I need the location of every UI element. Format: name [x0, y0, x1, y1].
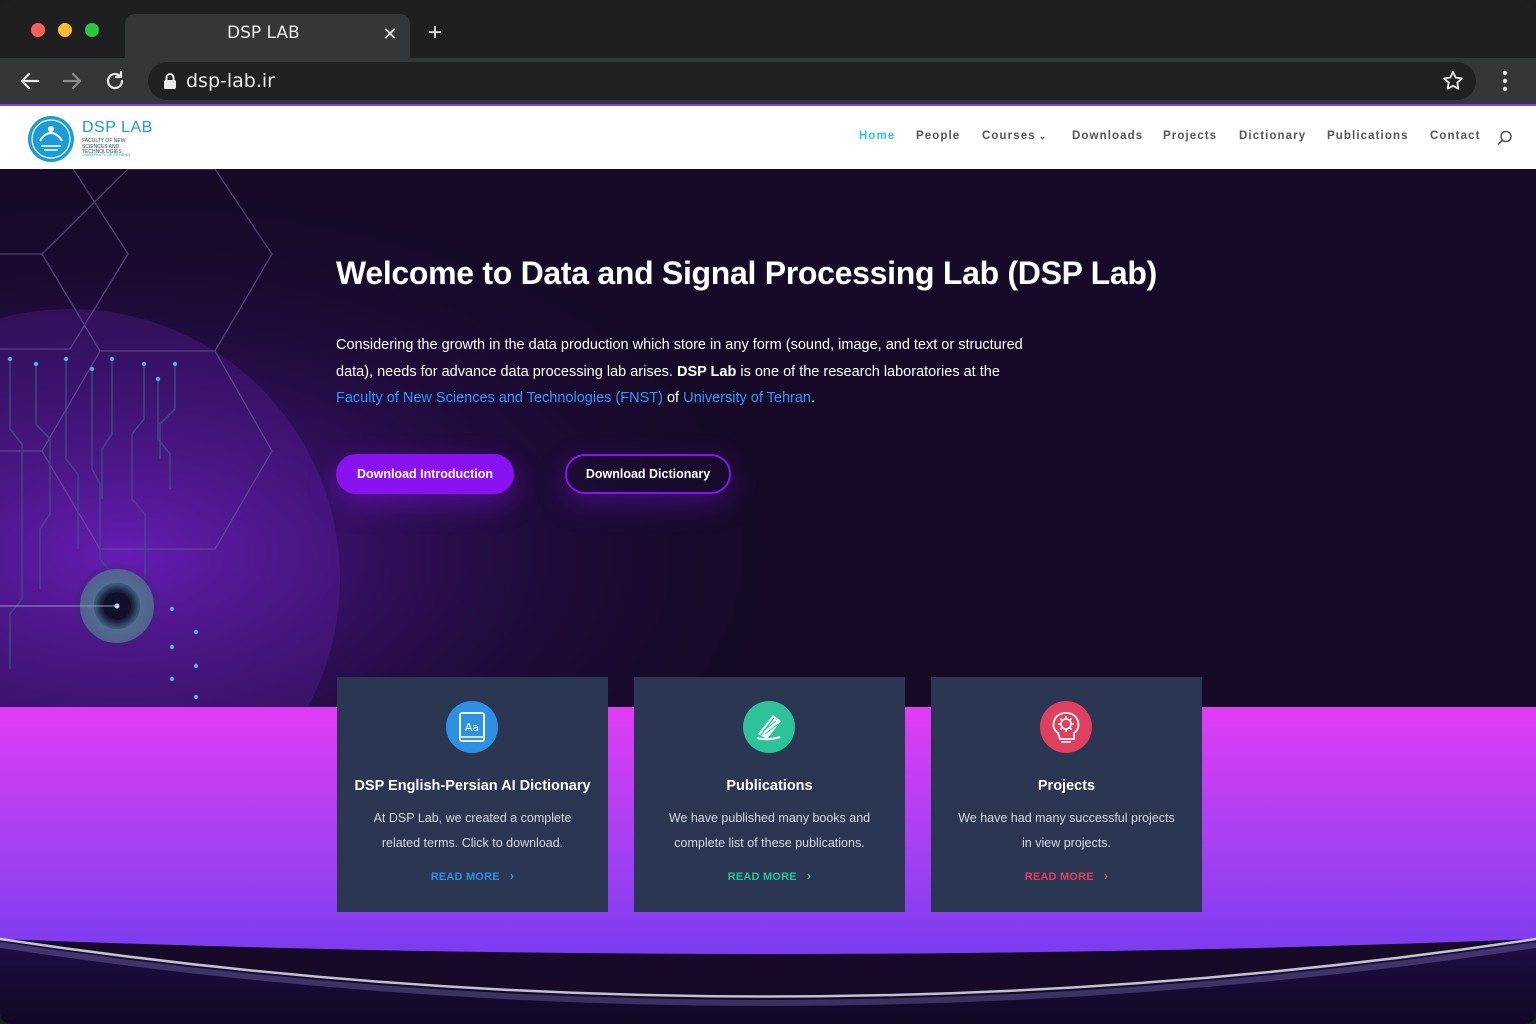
- read-more-label: READ MORE: [727, 871, 797, 883]
- card-text: We have had many successful projects in …: [958, 811, 1175, 850]
- university-emblem-icon: [26, 114, 76, 164]
- forward-icon[interactable]: [57, 66, 87, 96]
- minimize-window-button[interactable]: [58, 23, 72, 37]
- chevron-right-icon: ›: [806, 868, 812, 883]
- hero-description: Considering the growth in the data produ…: [336, 332, 1036, 412]
- chevron-right-icon: ›: [509, 868, 515, 883]
- read-more-label: READ MORE: [430, 871, 500, 883]
- star-icon[interactable]: [1441, 69, 1465, 93]
- url-text: dsp-lab.ir: [186, 70, 275, 92]
- download-introduction-button[interactable]: Download Introduction: [336, 454, 514, 494]
- read-more-link[interactable]: READ MORE ›: [931, 868, 1202, 883]
- plus-icon[interactable]: +: [424, 21, 446, 45]
- reload-icon[interactable]: [100, 66, 130, 96]
- close-icon[interactable]: ✕: [380, 24, 400, 44]
- nav-courses[interactable]: Courses ⌄: [982, 130, 1047, 142]
- site-logo[interactable]: DSP LAB FACULTY OF NEW SCIENCES AND TECH…: [26, 114, 156, 164]
- faculty-link[interactable]: Faculty of New Sciences and Technologies…: [336, 390, 663, 406]
- read-more-link[interactable]: READ MORE ›: [634, 868, 905, 883]
- card-title: DSP English-Persian AI Dictionary: [354, 778, 591, 794]
- tab-title: DSP LAB: [227, 23, 300, 43]
- card-projects[interactable]: Projects We have had many successful pro…: [931, 677, 1202, 912]
- nav-home[interactable]: Home: [859, 130, 895, 142]
- chevron-down-icon: ⌄: [1038, 131, 1048, 141]
- hero-text-bold: DSP Lab: [676, 363, 737, 380]
- nav-projects[interactable]: Projects: [1163, 130, 1217, 142]
- card-text: We have published many books and complet…: [668, 811, 871, 850]
- back-icon[interactable]: [15, 66, 45, 96]
- dictionary-icon: Aa: [446, 701, 498, 753]
- hero-text-part-3: of: [666, 390, 680, 406]
- hero-text-part-2: is one of the research laboratories at t…: [740, 363, 1000, 380]
- hero-text-period: .: [810, 390, 815, 406]
- book-icon: [743, 701, 795, 753]
- brain-gear-icon: [1040, 701, 1092, 753]
- card-publications[interactable]: Publications We have published many book…: [634, 677, 905, 912]
- read-more-label: READ MORE: [1024, 871, 1094, 883]
- card-title: Publications: [726, 778, 813, 794]
- nav-publications[interactable]: Publications: [1327, 130, 1409, 142]
- logo-title: DSP LAB: [82, 119, 153, 136]
- browser-tab[interactable]: DSP LAB ✕: [125, 14, 410, 58]
- logo-university: UNIVERSITY OF TEHRAN: [82, 152, 131, 157]
- menu-dots-icon[interactable]: [1493, 67, 1517, 95]
- lock-icon: [163, 72, 177, 90]
- browser-window: DSP LAB ✕ + dsp-lab.ir DSP LAB FACULTY O…: [0, 0, 1536, 1024]
- nav-people[interactable]: People: [916, 130, 960, 142]
- nav-downloads[interactable]: Downloads: [1072, 130, 1143, 142]
- nav-courses-label: Courses: [982, 130, 1036, 142]
- search-icon[interactable]: [1497, 130, 1513, 146]
- svg-text:Aa: Aa: [465, 721, 479, 734]
- card-title: Projects: [1037, 778, 1096, 794]
- nav-dictionary[interactable]: Dictionary: [1239, 130, 1306, 142]
- download-dictionary-button[interactable]: Download Dictionary: [565, 454, 731, 494]
- university-link[interactable]: University of Tehran: [683, 390, 811, 406]
- card-dictionary[interactable]: Aa DSP English-Persian AI Dictionary At …: [337, 677, 608, 912]
- hero-section: Welcome to Data and Signal Processing La…: [0, 169, 1536, 1024]
- hero-title: Welcome to Data and Signal Processing La…: [336, 255, 1158, 291]
- browser-toolbar: dsp-lab.ir: [0, 58, 1536, 104]
- card-text: At DSP Lab, we created a complete relate…: [373, 811, 572, 850]
- close-window-button[interactable]: [31, 23, 45, 37]
- tab-bar: DSP LAB ✕ +: [0, 0, 1536, 58]
- address-bar[interactable]: dsp-lab.ir: [148, 62, 1476, 100]
- maximize-window-button[interactable]: [85, 23, 99, 37]
- nav-contact[interactable]: Contact: [1430, 130, 1481, 142]
- site-header: DSP LAB FACULTY OF NEW SCIENCES AND TECH…: [0, 104, 1536, 169]
- chevron-right-icon: ›: [1103, 868, 1109, 883]
- read-more-link[interactable]: READ MORE ›: [337, 868, 608, 883]
